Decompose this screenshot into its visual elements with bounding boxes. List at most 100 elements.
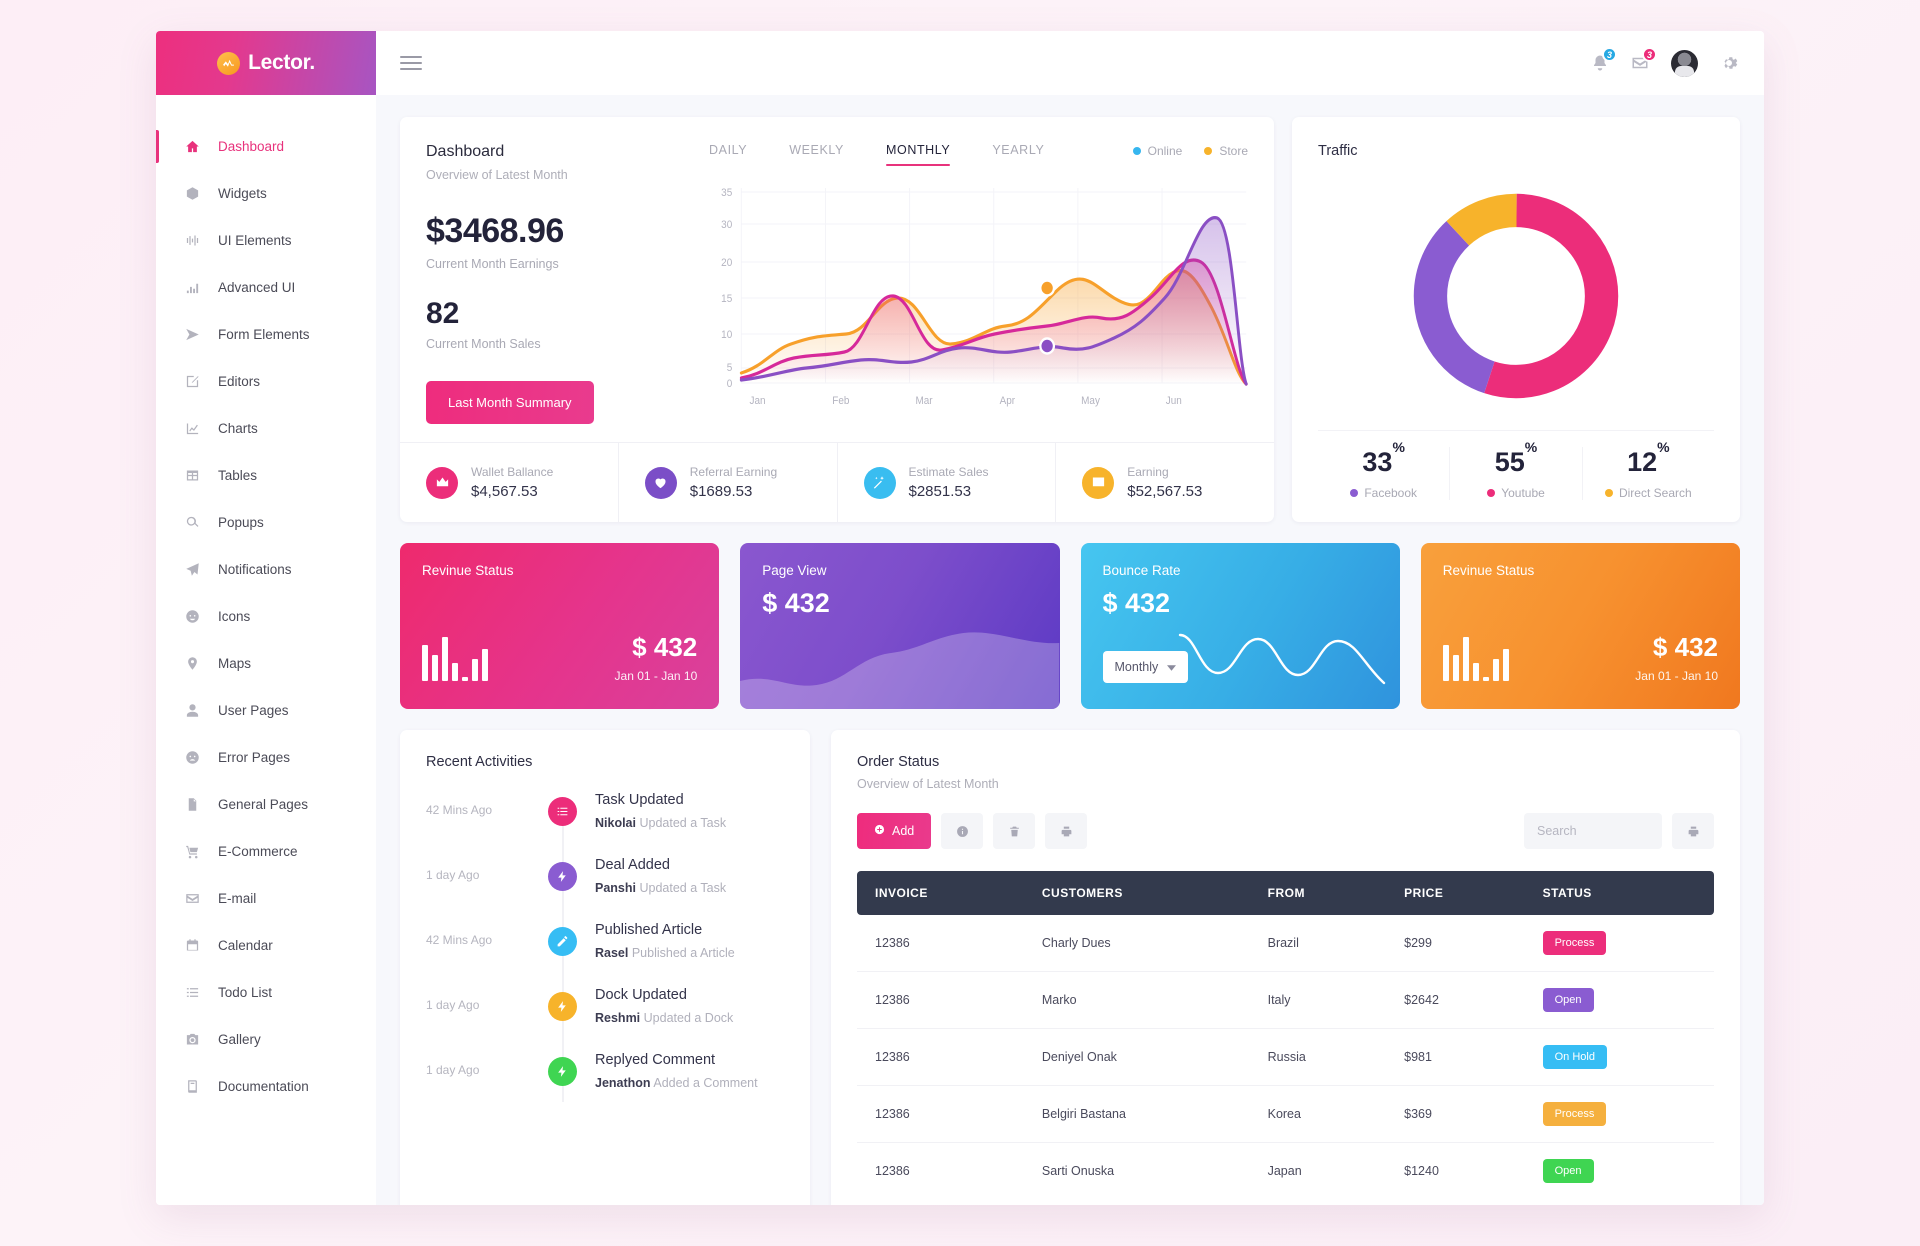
sidebar-item-charts[interactable]: Charts: [156, 405, 376, 452]
sidebar-item-label: Notifications: [218, 562, 292, 577]
column-header[interactable]: INVOICE: [857, 871, 1026, 915]
sidebar-item-dashboard[interactable]: Dashboard: [156, 123, 376, 170]
metric-card-page-view[interactable]: Page View $ 432: [740, 543, 1060, 709]
legend-label: Online: [1147, 144, 1183, 158]
gear-icon[interactable]: [1720, 54, 1738, 72]
metric-card-amount: $ 432: [762, 588, 830, 618]
metric-card-bounce-rate[interactable]: Bounce Rate $ 432 Monthly: [1080, 543, 1400, 709]
sidebar-item-user-pages[interactable]: User Pages: [156, 687, 376, 734]
tab-daily[interactable]: DAILY: [709, 143, 747, 166]
cell-invoice: 12386: [857, 971, 1026, 1029]
metric-card-amount: $ 432: [632, 632, 698, 662]
sidebar-item-e-commerce[interactable]: E-Commerce: [156, 828, 376, 875]
cell-price: $369: [1388, 1085, 1527, 1143]
order-status-title: Order Status: [857, 754, 940, 770]
dashboard-card: Dashboard Overview of Latest Month $3468…: [400, 117, 1274, 522]
table-row[interactable]: 12386 Deniyel Onak Russia $981 On Hold: [857, 1028, 1714, 1086]
sliders-icon: [184, 233, 201, 248]
activity-item[interactable]: 1 day Ago Deal Added Panshi Updated a Task: [426, 857, 784, 895]
table-row[interactable]: 12386 Sarti Onuska Japan $1240 Open: [857, 1143, 1714, 1200]
sidebar-item-form-elements[interactable]: Form Elements: [156, 311, 376, 358]
cell-price: $299: [1388, 915, 1527, 972]
metric-card-revinue-status-2[interactable]: Revinue Status $ 432 Jan 01 - Jan 10: [1420, 543, 1740, 709]
period-select[interactable]: Monthly: [1102, 651, 1189, 683]
sidebar-item-notifications[interactable]: Notifications: [156, 546, 376, 593]
sidebar-item-todo-list[interactable]: Todo List: [156, 969, 376, 1016]
column-header[interactable]: PRICE: [1388, 871, 1527, 915]
column-header[interactable]: STATUS: [1526, 871, 1714, 915]
table-row[interactable]: 12386 Marko Italy $2642 Open: [857, 971, 1714, 1029]
kpi-value: $1689.53: [689, 483, 753, 500]
search-input[interactable]: [1524, 813, 1662, 849]
brand-logo[interactable]: Lector.: [156, 31, 376, 95]
sidebar-item-label: Maps: [218, 656, 252, 671]
sidebar-item-label: Todo List: [218, 985, 273, 1000]
svg-text:35: 35: [721, 188, 732, 200]
sidebar-item-widgets[interactable]: Widgets: [156, 170, 376, 217]
sidebar-item-gallery[interactable]: Gallery: [156, 1016, 376, 1063]
activity-action: Updated a Task: [639, 816, 727, 830]
sidebar-item-documentation[interactable]: Documentation: [156, 1063, 376, 1110]
sidebar-item-label: Dashboard: [218, 139, 285, 154]
traffic-stat-direct-search: 12% Direct Search: [1583, 439, 1714, 500]
sidebar-item-advanced-ui[interactable]: Advanced UI: [156, 264, 376, 311]
add-button[interactable]: Add: [857, 813, 932, 849]
hamburger-icon[interactable]: [400, 56, 422, 70]
kpi-label: Earning: [1127, 465, 1169, 479]
svg-text:15: 15: [721, 294, 732, 306]
bolt-icon: [548, 992, 577, 1021]
marker-secondary[interactable]: [1039, 337, 1056, 355]
envelope-icon[interactable]: 3: [1631, 47, 1657, 72]
sidebar-item-editors[interactable]: Editors: [156, 358, 376, 405]
column-header[interactable]: CUSTOMERS: [1025, 871, 1252, 915]
sidebar-item-tables[interactable]: Tables: [156, 452, 376, 499]
sidebar-item-general-pages[interactable]: General Pages: [156, 781, 376, 828]
order-status-panel: Order Status Overview of Latest Month Ad…: [831, 730, 1740, 1205]
print-icon[interactable]: [1045, 813, 1088, 849]
sidebar-item-popups[interactable]: Popups: [156, 499, 376, 546]
activity-time: 1 day Ago: [426, 1063, 480, 1077]
column-header[interactable]: FROM: [1251, 871, 1389, 915]
activity-time: 42 Mins Ago: [426, 803, 493, 817]
mail-icon: [184, 891, 201, 906]
tab-yearly[interactable]: YEARLY: [992, 143, 1044, 166]
cell-from: Korea: [1251, 1085, 1389, 1143]
sidebar-item-calendar[interactable]: Calendar: [156, 922, 376, 969]
marker-store[interactable]: [1039, 279, 1056, 297]
tab-monthly[interactable]: MONTHLY: [885, 143, 951, 166]
last-month-summary-button[interactable]: Last Month Summary: [426, 381, 594, 424]
info-icon[interactable]: [941, 813, 984, 849]
table-row[interactable]: 12386 Belgiri Bastana Korea $369 Process: [857, 1085, 1714, 1143]
activity-item[interactable]: 42 Mins Ago Task Updated Nikolai Updated a…: [426, 792, 784, 830]
user-avatar[interactable]: [1671, 49, 1698, 77]
trash-icon[interactable]: [993, 813, 1036, 849]
sidebar-item-maps[interactable]: Maps: [156, 640, 376, 687]
activity-actor: Panshi: [595, 881, 636, 895]
export-print-icon[interactable]: [1672, 813, 1714, 849]
activity-item[interactable]: 1 day Ago Replyed Comment Jenathon Added a…: [426, 1052, 784, 1090]
smile-icon: [184, 609, 201, 624]
traffic-card: Traffic 33% Facebook 55% Youtube 12% Direct S…: [1292, 117, 1740, 522]
recent-activities-panel: Recent Activities 42 Mins Ago Task Update…: [400, 730, 810, 1205]
wave-graphic: [740, 623, 1060, 709]
activity-actor: Rasel: [595, 946, 629, 960]
metric-card-revinue-status-1[interactable]: Revinue Status $ 432 Jan 01 - Jan 10: [400, 543, 720, 709]
donut-slice-direct[interactable]: [1413, 193, 1619, 398]
legend-label: Store: [1219, 144, 1248, 158]
page-title: Dashboard: [426, 143, 505, 160]
tab-weekly[interactable]: WEEKLY: [789, 143, 844, 166]
recent-activities-title: Recent Activities: [426, 754, 533, 770]
sidebar-item-ui-elements[interactable]: UI Elements: [156, 217, 376, 264]
traffic-dot: [1604, 489, 1613, 497]
sidebar-item-e-mail[interactable]: E-mail: [156, 875, 376, 922]
activity-item[interactable]: 42 Mins Ago Published Article Rasel Publis…: [426, 922, 784, 960]
donut-chart: [1318, 159, 1714, 430]
traffic-percent: 12: [1627, 447, 1658, 477]
activity-item[interactable]: 1 day Ago Dock Updated Reshmi Updated a Do…: [426, 987, 784, 1025]
sidebar-item-label: E-Commerce: [218, 844, 298, 859]
table-row[interactable]: 12386 Charly Dues Brazil $299 Process: [857, 915, 1714, 972]
bell-icon[interactable]: 3: [1591, 47, 1617, 72]
sidebar-item-icons[interactable]: Icons: [156, 593, 376, 640]
sidebar-item-error-pages[interactable]: Error Pages: [156, 734, 376, 781]
frown-icon: [184, 750, 201, 765]
